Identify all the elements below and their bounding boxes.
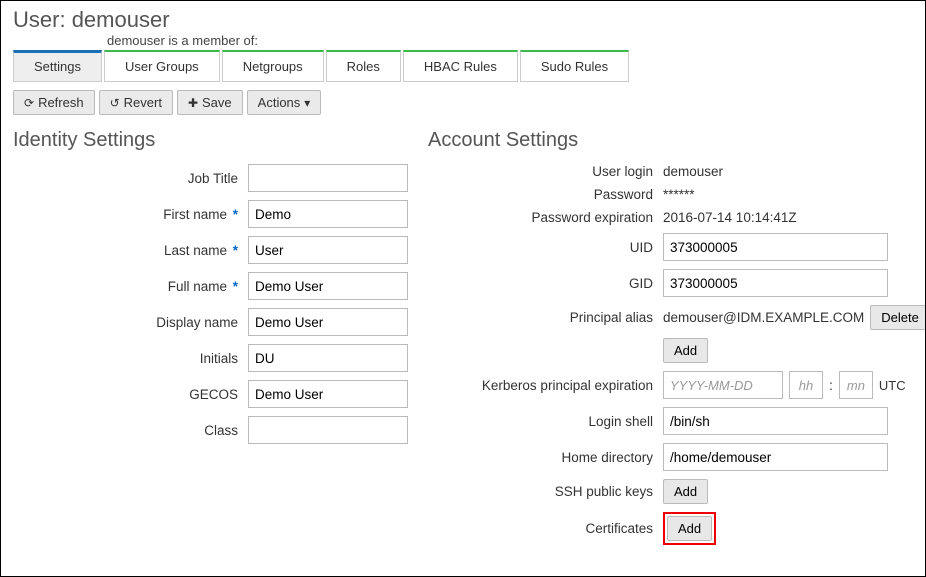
login-shell-label: Login shell bbox=[428, 414, 663, 429]
save-icon: ✚ bbox=[188, 96, 198, 110]
actions-label: Actions bbox=[258, 95, 301, 110]
ssh-keys-label: SSH public keys bbox=[428, 484, 663, 499]
display-name-label: Display name bbox=[13, 315, 248, 330]
chevron-down-icon: ▾ bbox=[304, 96, 310, 110]
principal-alias-add-button[interactable]: Add bbox=[663, 338, 708, 363]
home-dir-input[interactable] bbox=[663, 443, 888, 471]
tab-settings[interactable]: Settings bbox=[13, 50, 102, 82]
krb-exp-hh-input[interactable] bbox=[789, 371, 823, 399]
gecos-label: GECOS bbox=[13, 387, 248, 402]
actions-button[interactable]: Actions ▾ bbox=[247, 90, 322, 115]
utc-label: UTC bbox=[879, 378, 906, 393]
principal-alias-label: Principal alias bbox=[428, 310, 663, 325]
class-input[interactable] bbox=[248, 416, 408, 444]
tabs-bar: Settings User Groups Netgroups Roles HBA… bbox=[13, 50, 913, 82]
last-name-input[interactable] bbox=[248, 236, 408, 264]
display-name-input[interactable] bbox=[248, 308, 408, 336]
ssh-keys-add-button[interactable]: Add bbox=[663, 479, 708, 504]
job-title-input[interactable] bbox=[248, 164, 408, 192]
account-section: Account Settings User login demouser Pas… bbox=[428, 125, 926, 553]
gecos-input[interactable] bbox=[248, 380, 408, 408]
tab-user-groups[interactable]: User Groups bbox=[104, 50, 220, 82]
uid-label: UID bbox=[428, 240, 663, 255]
tab-netgroups[interactable]: Netgroups bbox=[222, 50, 324, 82]
uid-input[interactable] bbox=[663, 233, 888, 261]
user-login-label: User login bbox=[428, 164, 663, 179]
krb-exp-mn-input[interactable] bbox=[839, 371, 873, 399]
last-name-label: Last name * bbox=[13, 243, 248, 258]
revert-label: Revert bbox=[124, 95, 162, 110]
member-of-label: demouser is a member of: bbox=[107, 33, 913, 48]
time-colon: : bbox=[829, 377, 833, 393]
user-login-value: demouser bbox=[663, 164, 723, 179]
refresh-label: Refresh bbox=[38, 95, 84, 110]
krb-exp-date-input[interactable] bbox=[663, 371, 783, 399]
gid-label: GID bbox=[428, 276, 663, 291]
krb-exp-label: Kerberos principal expiration bbox=[428, 378, 663, 393]
password-exp-label: Password expiration bbox=[428, 210, 663, 225]
tab-sudo-rules[interactable]: Sudo Rules bbox=[520, 50, 629, 82]
first-name-label: First name * bbox=[13, 207, 248, 222]
home-dir-label: Home directory bbox=[428, 450, 663, 465]
refresh-icon: ⟳ bbox=[24, 96, 34, 110]
initials-input[interactable] bbox=[248, 344, 408, 372]
full-name-input[interactable] bbox=[248, 272, 408, 300]
job-title-label: Job Title bbox=[13, 171, 248, 186]
account-title: Account Settings bbox=[428, 129, 926, 152]
gid-input[interactable] bbox=[663, 269, 888, 297]
title-username: demouser bbox=[72, 7, 170, 32]
save-label: Save bbox=[202, 95, 232, 110]
password-value: ****** bbox=[663, 187, 695, 202]
save-button[interactable]: ✚ Save bbox=[177, 90, 243, 115]
identity-title: Identity Settings bbox=[13, 129, 408, 152]
initials-label: Initials bbox=[13, 351, 248, 366]
identity-section: Identity Settings Job Title First name *… bbox=[13, 125, 408, 553]
full-name-label: Full name * bbox=[13, 279, 248, 294]
revert-icon: ↺ bbox=[110, 96, 120, 110]
first-name-input[interactable] bbox=[248, 200, 408, 228]
class-label: Class bbox=[13, 423, 248, 438]
principal-alias-value: demouser@IDM.EXAMPLE.COM bbox=[663, 310, 864, 325]
page-title: User: demouser bbox=[13, 7, 913, 33]
title-prefix: User: bbox=[13, 7, 72, 32]
certificates-label: Certificates bbox=[428, 521, 663, 536]
password-exp-value: 2016-07-14 10:14:41Z bbox=[663, 210, 797, 225]
certificates-add-button[interactable]: Add bbox=[667, 516, 712, 541]
tab-hbac-rules[interactable]: HBAC Rules bbox=[403, 50, 518, 82]
refresh-button[interactable]: ⟳ Refresh bbox=[13, 90, 95, 115]
login-shell-input[interactable] bbox=[663, 407, 888, 435]
tab-roles[interactable]: Roles bbox=[326, 50, 401, 82]
password-label: Password bbox=[428, 187, 663, 202]
certificates-add-highlight: Add bbox=[663, 512, 716, 545]
principal-alias-delete-button[interactable]: Delete bbox=[870, 305, 926, 330]
toolbar: ⟳ Refresh ↺ Revert ✚ Save Actions ▾ bbox=[13, 90, 913, 115]
revert-button[interactable]: ↺ Revert bbox=[99, 90, 173, 115]
